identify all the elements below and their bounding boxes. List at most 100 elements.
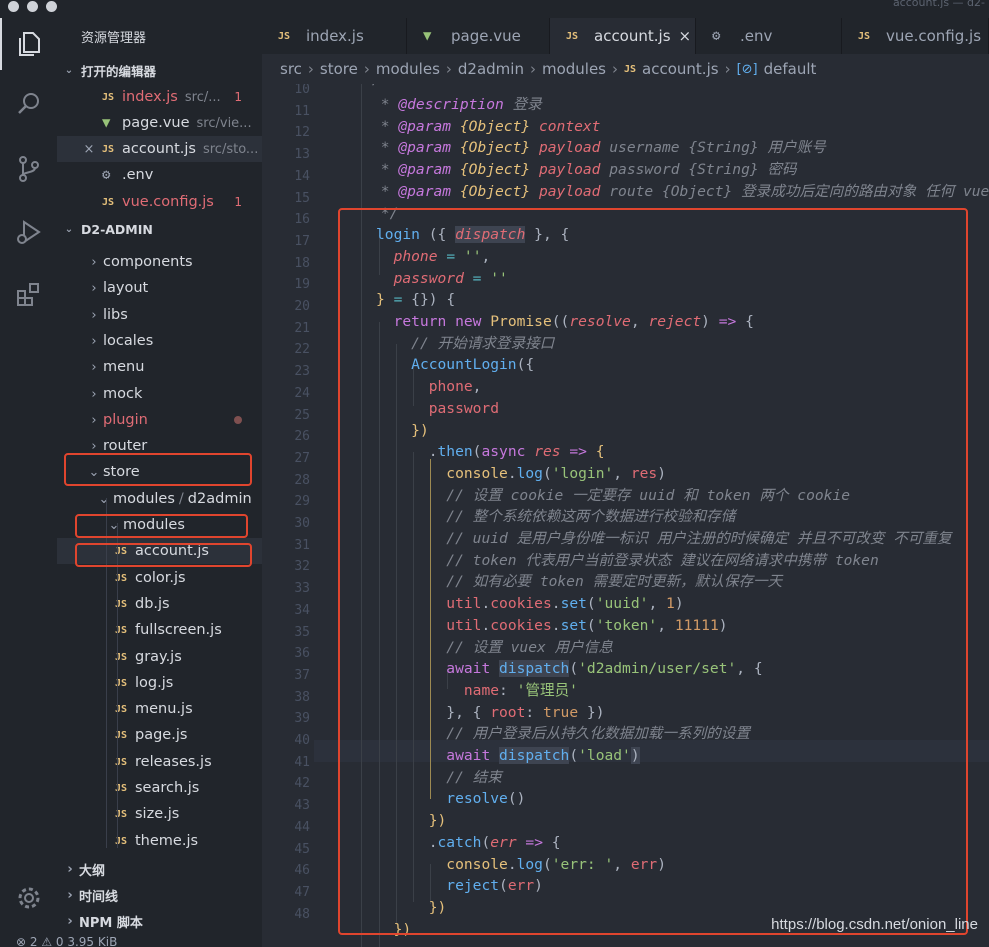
- open-editor-env[interactable]: ⚙ .env: [57, 162, 262, 188]
- chevron-right-icon: ›: [445, 60, 452, 78]
- line-number: 15: [294, 191, 310, 206]
- line-number: 30: [294, 516, 310, 531]
- tab-page-vue[interactable]: ▼ page.vue: [407, 18, 550, 54]
- folder-mock[interactable]: › mock: [57, 381, 262, 407]
- open-editors-label: 打开的编辑器: [81, 63, 157, 79]
- breadcrumb-item[interactable]: modules: [376, 60, 440, 78]
- code-line: * @param {Object} payload password {Stri…: [372, 161, 797, 179]
- folder-router[interactable]: › router: [57, 433, 262, 459]
- sidebar-title: 资源管理器: [81, 31, 147, 46]
- line-number: 28: [294, 473, 310, 488]
- search-icon[interactable]: [0, 78, 57, 130]
- extensions-icon[interactable]: [0, 268, 57, 320]
- file-log-js[interactable]: JS log.js: [57, 670, 262, 696]
- breadcrumb-item[interactable]: modules: [542, 60, 606, 78]
- code-line: }, { root: true }): [376, 703, 605, 721]
- line-number: 33: [294, 581, 310, 596]
- file-search-js[interactable]: JS search.js: [57, 775, 262, 801]
- breadcrumb-item[interactable]: src: [280, 60, 302, 78]
- tab-vue-config-js[interactable]: JS vue.config.js: [842, 18, 989, 54]
- line-number: 18: [294, 256, 310, 271]
- code-line: // uuid 是用户身份唯一标识 用户注册的时候确定 并且不可改变 不可重复: [446, 530, 952, 547]
- file-name: search.js: [135, 780, 200, 796]
- file-db-js[interactable]: JS db.js: [57, 591, 262, 617]
- folder-plugin[interactable]: › plugin: [57, 407, 262, 433]
- close-window-icon[interactable]: [8, 1, 19, 12]
- folder-modules-d2admin[interactable]: ⌄ modules / d2admin: [57, 486, 262, 512]
- line-number: 41: [294, 755, 310, 770]
- explorer-sidebar: 资源管理器 ⌄ 打开的编辑器 JS index.js src/... 1 ▼ p…: [57, 18, 262, 947]
- tab-account-js[interactable]: JS account.js ×: [550, 18, 696, 54]
- file-fullscreen-js[interactable]: JS fullscreen.js: [57, 617, 262, 643]
- open-editor-account-js[interactable]: × JS account.js src/sto...: [57, 136, 262, 162]
- maximize-window-icon[interactable]: [46, 1, 57, 12]
- folder-components[interactable]: › components: [57, 249, 262, 275]
- file-size-js[interactable]: JS size.js: [57, 801, 262, 827]
- status-bar-problems[interactable]: ⊗ 2 ⚠ 0 3.95 KiB: [16, 935, 117, 947]
- gear-icon: ⚙: [712, 28, 721, 44]
- open-editor-index-js[interactable]: JS index.js src/... 1: [57, 84, 262, 110]
- tab-index-js[interactable]: JS index.js: [262, 18, 407, 54]
- chevron-down-icon: ⌄: [98, 491, 110, 507]
- line-number: 43: [294, 798, 310, 813]
- line-number: 13: [294, 147, 310, 162]
- file-gray-js[interactable]: JS gray.js: [57, 644, 262, 670]
- watermark-text: https://blog.csdn.net/onion_line: [771, 916, 978, 933]
- code-line: await dispatch('d2admin/user/set', {: [446, 660, 763, 678]
- file-account-js[interactable]: JS account.js: [57, 538, 262, 564]
- chevron-right-icon: ›: [91, 280, 97, 296]
- code-line: util.cookies.set('uuid', 1): [446, 595, 684, 613]
- line-number: 14: [294, 169, 310, 184]
- chevron-right-icon: ›: [67, 913, 73, 929]
- breadcrumb-item[interactable]: d2admin: [458, 60, 524, 78]
- folder-name: locales: [103, 333, 154, 349]
- file-menu-js[interactable]: JS menu.js: [57, 696, 262, 722]
- js-file-icon: JS: [115, 756, 128, 768]
- close-icon[interactable]: ×: [82, 142, 96, 157]
- file-page-js[interactable]: JS page.js: [57, 722, 262, 748]
- line-number: 36: [294, 646, 310, 661]
- code-editor[interactable]: 10 11 12 13 14 15 16 17 18 19 20 21 22 23 24 25 26 27 28 29…: [262, 84, 989, 947]
- folder-modules[interactable]: ⌄ modules: [57, 512, 262, 538]
- line-number: 20: [294, 299, 310, 314]
- open-editors-header[interactable]: ⌄ 打开的编辑器: [57, 57, 262, 83]
- outline-header[interactable]: › 大纲: [57, 856, 262, 882]
- gear-icon: ⚙: [102, 167, 111, 183]
- file-releases-js[interactable]: JS releases.js: [57, 749, 262, 775]
- npm-scripts-header[interactable]: › NPM 脚本: [57, 908, 262, 934]
- folder-store[interactable]: ⌄ store: [57, 459, 262, 485]
- vue-file-icon: ▼: [423, 28, 432, 44]
- project-header[interactable]: ⌄ D2-ADMIN: [57, 216, 262, 242]
- open-editor-page-vue[interactable]: ▼ page.vue src/vie...: [57, 110, 262, 136]
- folder-menu[interactable]: › menu: [57, 354, 262, 380]
- file-color-js[interactable]: JS color.js: [57, 565, 262, 591]
- code-line: }): [411, 421, 429, 439]
- js-file-icon: JS: [115, 677, 128, 689]
- folder-layout[interactable]: › layout: [57, 275, 262, 301]
- folder-name: menu: [103, 359, 145, 375]
- folder-libs[interactable]: › libs: [57, 302, 262, 328]
- source-control-icon[interactable]: [0, 143, 57, 195]
- breadcrumb-item[interactable]: store: [320, 60, 358, 78]
- chevron-right-icon: ›: [724, 60, 731, 78]
- settings-gear-icon[interactable]: [0, 872, 57, 924]
- close-icon[interactable]: ×: [679, 27, 692, 45]
- code-line: phone = '',: [393, 247, 491, 265]
- open-editor-vue-config-js[interactable]: JS vue.config.js 1: [57, 189, 262, 215]
- explorer-icon[interactable]: [0, 18, 57, 70]
- run-debug-icon[interactable]: [0, 206, 57, 258]
- breadcrumb-item[interactable]: default: [764, 60, 817, 78]
- folder-locales[interactable]: › locales: [57, 328, 262, 354]
- folder-name: modules: [123, 517, 185, 533]
- breadcrumb-item[interactable]: account.js: [642, 60, 719, 78]
- line-number: 31: [294, 538, 310, 553]
- timeline-header[interactable]: › 时间线: [57, 882, 262, 908]
- file-theme-js[interactable]: JS theme.js: [57, 828, 262, 854]
- minimize-window-icon[interactable]: [27, 1, 38, 12]
- code-line: AccountLogin({: [411, 356, 535, 374]
- tab-env[interactable]: ⚙ .env: [696, 18, 842, 54]
- file-name: releases.js: [135, 754, 212, 770]
- code-line: util.cookies.set('token', 11111): [446, 616, 728, 634]
- file-name: log.js: [135, 675, 174, 691]
- line-number: 38: [294, 690, 310, 705]
